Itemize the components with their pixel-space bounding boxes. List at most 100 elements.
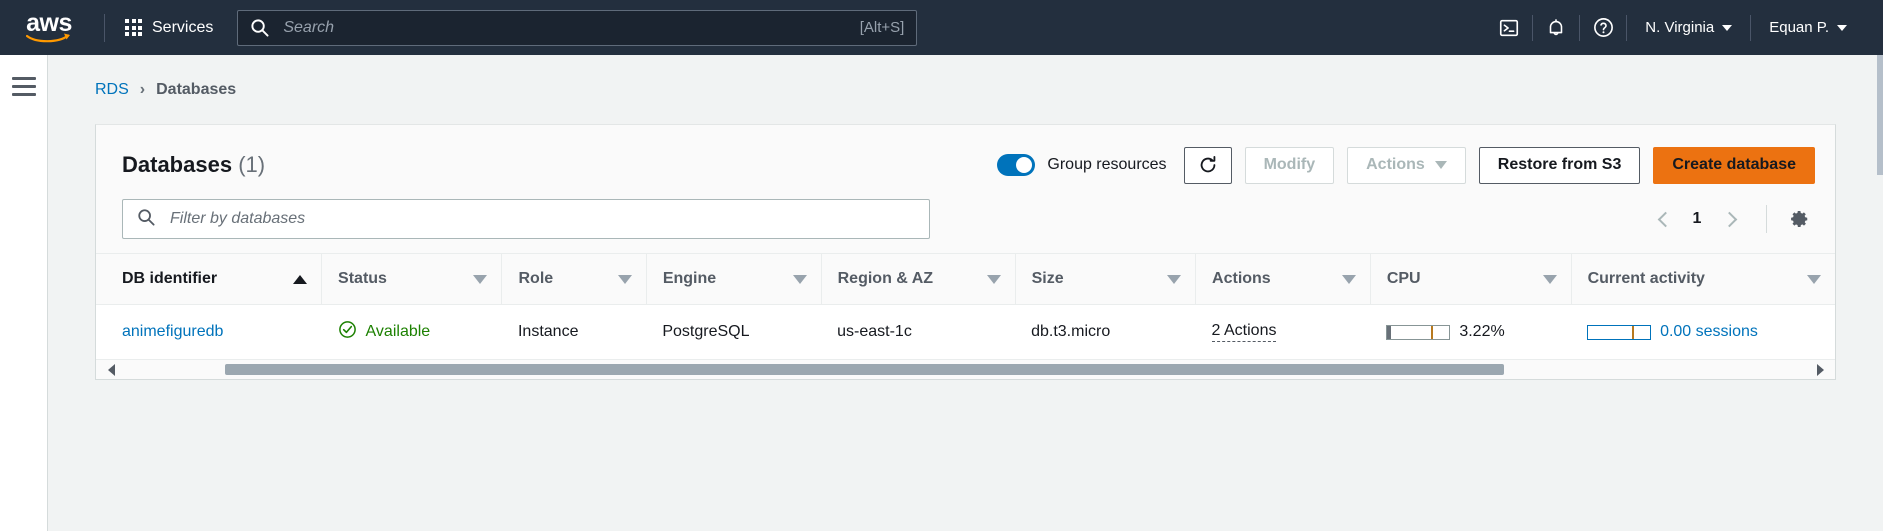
status-badge: Available bbox=[365, 323, 431, 340]
column-header-status[interactable]: Status bbox=[321, 253, 503, 305]
pagination-page-1[interactable]: 1 bbox=[1684, 210, 1710, 228]
account-menu[interactable]: Equan P. bbox=[1751, 0, 1865, 55]
search-shortcut-hint: [Alt+S] bbox=[859, 19, 905, 36]
column-label: Status bbox=[338, 270, 387, 287]
column-header-db-identifier[interactable]: DB identifier bbox=[96, 253, 323, 305]
breadcrumb-separator-icon: › bbox=[139, 81, 146, 98]
actions-label: Actions bbox=[1366, 156, 1425, 173]
cell-db-identifier: animefiguredb bbox=[96, 305, 322, 360]
pager-divider bbox=[1766, 205, 1767, 233]
column-header-size[interactable]: Size bbox=[1015, 253, 1197, 305]
table-header-row: DB identifier Status Role Engine Region … bbox=[96, 253, 1835, 305]
chevron-down-icon bbox=[1837, 24, 1847, 31]
help-icon bbox=[1593, 18, 1613, 37]
engine-value: PostgreSQL bbox=[662, 323, 750, 340]
column-header-role[interactable]: Role bbox=[501, 253, 647, 305]
top-navigation-bar: aws Services [Alt+S] bbox=[0, 0, 1883, 55]
actions-button[interactable]: Actions bbox=[1347, 146, 1466, 184]
breadcrumb: RDS › Databases bbox=[48, 55, 1883, 99]
row-actions-link[interactable]: 2 Actions bbox=[1211, 322, 1277, 342]
role-value: Instance bbox=[517, 323, 579, 340]
sessions-mini-bar bbox=[1587, 324, 1652, 340]
table-preferences-button[interactable] bbox=[1783, 203, 1815, 235]
sort-icon bbox=[1807, 274, 1821, 284]
current-activity-value[interactable]: 0.00 sessions bbox=[1660, 323, 1758, 341]
sort-icon bbox=[1542, 274, 1557, 284]
nav-right-group: N. Virginia Equan P. bbox=[1486, 0, 1865, 55]
modify-label: Modify bbox=[1263, 156, 1316, 173]
toggle-knob bbox=[1016, 157, 1033, 173]
page-body: RDS › Databases Databases (1) Group reso… bbox=[0, 55, 1883, 531]
column-label: Current activity bbox=[1587, 270, 1705, 287]
column-header-cpu[interactable]: CPU bbox=[1370, 253, 1572, 305]
db-identifier-link[interactable]: animefiguredb bbox=[122, 323, 223, 341]
page-scrollbar-thumb[interactable] bbox=[1877, 55, 1883, 175]
region-label: N. Virginia bbox=[1645, 19, 1715, 36]
cpu-value: 3.22% bbox=[1459, 323, 1505, 340]
nav-divider bbox=[104, 13, 105, 42]
breadcrumb-item-rds[interactable]: RDS bbox=[95, 81, 129, 99]
filter-input[interactable] bbox=[168, 209, 915, 229]
region-az-value: us-east-1c bbox=[837, 323, 912, 340]
scroll-left-icon[interactable] bbox=[104, 363, 118, 377]
notifications-button[interactable] bbox=[1533, 0, 1579, 55]
refresh-button[interactable] bbox=[1183, 146, 1232, 184]
sort-icon bbox=[473, 274, 488, 284]
horizontal-scrollbar[interactable] bbox=[96, 359, 1835, 379]
cell-region-az: us-east-1c bbox=[821, 305, 1015, 360]
aws-logo[interactable]: aws bbox=[18, 9, 80, 47]
table-row[interactable]: animefiguredb Available Instance Postgre… bbox=[96, 304, 1835, 360]
filter-databases-box[interactable] bbox=[122, 199, 930, 239]
modify-button[interactable]: Modify bbox=[1244, 146, 1335, 184]
column-header-engine[interactable]: Engine bbox=[646, 253, 822, 305]
group-resources-label: Group resources bbox=[1047, 156, 1167, 173]
help-button[interactable] bbox=[1580, 0, 1626, 55]
breadcrumb-item-databases: Databases bbox=[156, 81, 237, 98]
cell-engine: PostgreSQL bbox=[646, 305, 821, 360]
panel-header: Databases (1) Group resources Modify Act… bbox=[96, 125, 1835, 187]
scrollbar-thumb[interactable] bbox=[224, 364, 1505, 375]
size-value: db.t3.micro bbox=[1031, 323, 1111, 340]
grid-icon bbox=[125, 19, 142, 36]
hamburger-menu-icon[interactable] bbox=[11, 73, 36, 531]
search-input[interactable] bbox=[281, 17, 850, 38]
services-menu-button[interactable]: Services bbox=[115, 11, 223, 45]
page-title: Databases (1) bbox=[122, 152, 265, 178]
chevron-right-icon bbox=[1721, 211, 1737, 227]
cell-status: Available bbox=[322, 305, 502, 360]
pagination-next-button[interactable] bbox=[1714, 202, 1748, 236]
group-resources-toggle[interactable]: Group resources bbox=[997, 154, 1167, 176]
panel-count: (1) bbox=[238, 152, 266, 177]
pagination-prev-button[interactable] bbox=[1646, 202, 1680, 236]
create-database-button[interactable]: Create database bbox=[1653, 146, 1815, 184]
sort-icon bbox=[1341, 274, 1356, 284]
aws-wordmark: aws bbox=[26, 8, 72, 37]
column-header-region-az[interactable]: Region & AZ bbox=[821, 253, 1016, 305]
column-label: Actions bbox=[1212, 270, 1271, 287]
region-selector[interactable]: N. Virginia bbox=[1627, 0, 1750, 55]
services-label: Services bbox=[152, 18, 214, 36]
cpu-mini-bar bbox=[1386, 324, 1451, 340]
panel-actions: Group resources Modify Actions Restore f… bbox=[997, 146, 1815, 184]
cell-cpu: 3.22% bbox=[1370, 305, 1571, 360]
toggle-switch[interactable] bbox=[997, 154, 1036, 176]
column-label: Region & AZ bbox=[837, 270, 934, 287]
sort-icon bbox=[1167, 274, 1182, 284]
cloudshell-button[interactable] bbox=[1486, 0, 1532, 55]
filter-row: 1 bbox=[96, 187, 1835, 253]
scrollbar-track[interactable] bbox=[124, 364, 1807, 375]
column-label: Role bbox=[518, 270, 554, 287]
cell-size: db.t3.micro bbox=[1015, 305, 1195, 360]
sort-icon bbox=[617, 274, 632, 284]
databases-table: DB identifier Status Role Engine Region … bbox=[96, 253, 1835, 359]
account-label: Equan P. bbox=[1769, 19, 1829, 36]
global-search-box[interactable]: [Alt+S] bbox=[237, 9, 918, 46]
databases-panel: Databases (1) Group resources Modify Act… bbox=[95, 124, 1836, 380]
check-circle-icon bbox=[338, 320, 357, 344]
column-header-current-activity[interactable]: Current activity bbox=[1571, 253, 1835, 305]
aws-smile-icon bbox=[26, 33, 70, 42]
column-label: Engine bbox=[662, 270, 717, 287]
scroll-right-icon[interactable] bbox=[1813, 363, 1827, 377]
restore-from-s3-button[interactable]: Restore from S3 bbox=[1478, 146, 1641, 184]
column-header-actions[interactable]: Actions bbox=[1195, 253, 1371, 305]
